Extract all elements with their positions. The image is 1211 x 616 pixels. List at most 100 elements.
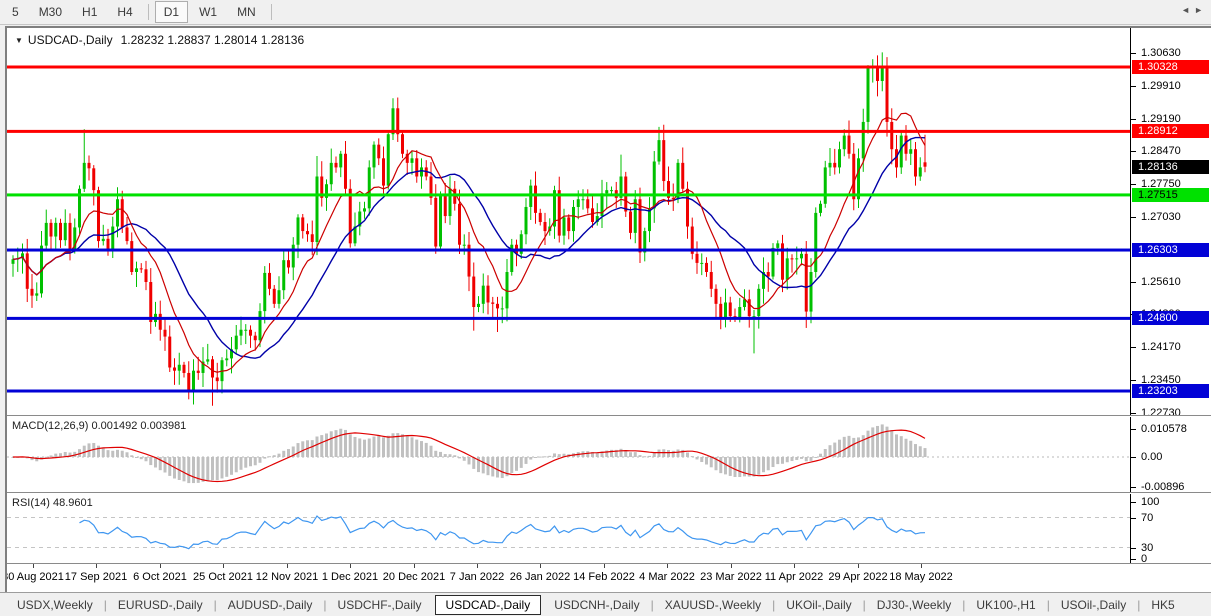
axis-tick-label: 0.010578 [1141, 423, 1187, 435]
chart-title: ▼ USDCAD-,Daily 1.28232 1.28837 1.28014 1.… [15, 33, 304, 47]
time-axis-label: 12 Nov 2021 [255, 571, 319, 583]
timeframe-button-h4[interactable]: H4 [108, 1, 141, 23]
axis-tick-label: 1.22730 [1141, 407, 1181, 419]
macd-signal-line [13, 429, 926, 483]
tab-uk100-h1[interactable]: UK100-,H1 [967, 595, 1044, 615]
axis-tick-mark [1131, 151, 1136, 152]
timeframe-button-h1[interactable]: H1 [73, 1, 106, 23]
price-axis[interactable]: 1.30630 1.29910 1.29190 1.28470 1.27750 1.270… [1130, 28, 1211, 565]
tab-usdx-weekly[interactable]: USDX,Weekly [8, 595, 102, 615]
axis-tick-label: 1.30630 [1141, 47, 1181, 59]
tab-audusd-daily[interactable]: AUDUSD-,Daily [219, 595, 322, 615]
rsi-line [79, 515, 926, 550]
time-axis-tick [96, 564, 97, 568]
price-chart-pane[interactable] [7, 28, 1130, 415]
tab-separator: | [962, 597, 966, 612]
timeframe-button-m30[interactable]: M30 [30, 1, 71, 23]
axis-tick-label: 0 [1141, 553, 1148, 565]
time-axis-tick [921, 564, 922, 568]
axis-tick-label: 1.24170 [1141, 341, 1181, 353]
price-level-badge: 1.27515 [1132, 188, 1209, 202]
time-axis-label: 25 Oct 2021 [193, 571, 253, 583]
tab-usdchf-daily[interactable]: USDCHF-,Daily [329, 595, 431, 615]
axis-tick-label: 100 [1141, 496, 1160, 508]
tab-separator: | [1046, 597, 1050, 612]
price-level-badge: 1.28912 [1132, 124, 1209, 138]
axis-tick-mark [1131, 380, 1136, 381]
time-axis-tick [414, 564, 415, 568]
panel-separator[interactable] [7, 415, 1211, 417]
tab-ukoil-daily[interactable]: UKOil-,Daily [777, 595, 860, 615]
axis-tick-mark [1131, 86, 1136, 87]
tab-separator: | [323, 597, 327, 612]
time-axis-tick [731, 564, 732, 568]
axis-tick-label: 1.25610 [1141, 276, 1181, 288]
rsi-pane[interactable] [7, 494, 1130, 563]
tab-separator: | [103, 597, 107, 612]
time-axis-label: 14 Feb 2022 [573, 571, 635, 583]
tab-separator: | [772, 597, 776, 612]
panel-separator [7, 563, 1211, 564]
price-level-badge: 1.30328 [1132, 60, 1209, 74]
time-axis-label: 7 Jan 2022 [449, 571, 505, 583]
axis-tick-mark [1131, 487, 1136, 488]
axis-tick-mark [1131, 518, 1136, 519]
chevron-down-icon[interactable]: ▼ [15, 36, 23, 45]
chart-ohlc-values: 1.28232 1.28837 1.28014 1.28136 [120, 33, 305, 47]
chart-window[interactable]: ▼ USDCAD-,Daily 1.28232 1.28837 1.28014 1.… [5, 26, 1211, 592]
tab-separator: | [213, 597, 217, 612]
scroll-right-icon[interactable]: ► [1194, 5, 1207, 15]
timeframe-button-w1[interactable]: W1 [190, 1, 226, 23]
panel-separator[interactable] [7, 492, 1211, 494]
chart-tab-bar: USDX,Weekly | EURUSD-,Daily | AUDUSD-,Daily |… [0, 592, 1211, 616]
time-axis-tick [223, 564, 224, 568]
time-axis-label: 17 Sep 2021 [64, 571, 128, 583]
time-axis[interactable]: 30 Aug 2021 17 Sep 2021 6 Oct 2021 25 Oct 2… [7, 564, 1211, 591]
time-axis-tick [350, 564, 351, 568]
timeframe-button-d1[interactable]: D1 [154, 1, 189, 23]
chart-symbol-label: USDCAD-,Daily [27, 33, 113, 47]
timeframe-button-5[interactable]: 5 [3, 1, 28, 23]
axis-tick-label: 1.27030 [1141, 211, 1181, 223]
macd-histogram [11, 424, 927, 484]
time-axis-label: 6 Oct 2021 [133, 571, 187, 583]
axis-tick-mark [1131, 413, 1136, 414]
time-axis-label: 30 Aug 2021 [5, 571, 64, 583]
axis-tick-mark [1131, 457, 1136, 458]
tab-separator: | [650, 597, 654, 612]
tab-separator: | [862, 597, 866, 612]
time-axis-tick [477, 564, 478, 568]
price-level-badge: 1.23203 [1132, 384, 1209, 398]
axis-tick-mark [1131, 502, 1136, 503]
axis-tick-mark [1131, 548, 1136, 549]
time-axis-label: 23 Mar 2022 [700, 571, 762, 583]
rsi-indicator-label: RSI(14) 48.9601 [12, 497, 93, 509]
tab-xauusd-weekly[interactable]: XAUUSD-,Weekly [656, 595, 770, 615]
time-axis-tick [858, 564, 859, 568]
time-axis-label: 26 Jan 2022 [509, 571, 571, 583]
axis-tick-mark [1131, 119, 1136, 120]
axis-tick-label: 1.29910 [1141, 80, 1181, 92]
tab-usdcad-daily[interactable]: USDCAD-,Daily [434, 594, 542, 615]
price-level-badge: 1.24800 [1132, 311, 1209, 325]
time-axis-label: 29 Apr 2022 [828, 571, 888, 583]
tab-eurusd-daily[interactable]: EURUSD-,Daily [109, 595, 212, 615]
current-price-badge: 1.28136 [1132, 160, 1209, 174]
time-axis-label: 4 Mar 2022 [639, 571, 695, 583]
time-axis-tick [667, 564, 668, 568]
scroll-left-icon[interactable]: ◄ [1181, 5, 1194, 15]
toolbar-separator [270, 4, 272, 20]
tab-usoil-daily[interactable]: USOil-,Daily [1052, 595, 1135, 615]
tab-hk5[interactable]: HK5 [1142, 595, 1183, 615]
tab-scroll-arrows[interactable]: ◄► [1179, 5, 1209, 15]
time-axis-tick [160, 564, 161, 568]
axis-tick-mark [1131, 347, 1136, 348]
tab-separator: | [1137, 597, 1141, 612]
time-axis-tick [604, 564, 605, 568]
axis-tick-label: 0.00 [1141, 451, 1163, 463]
tab-dj30-weekly[interactable]: DJ30-,Weekly [868, 595, 960, 615]
tab-usdcnh-daily[interactable]: USDCNH-,Daily [545, 595, 648, 615]
axis-tick-mark [1131, 282, 1136, 283]
time-axis-label: 1 Dec 2021 [321, 571, 379, 583]
timeframe-button-mn[interactable]: MN [228, 1, 265, 23]
